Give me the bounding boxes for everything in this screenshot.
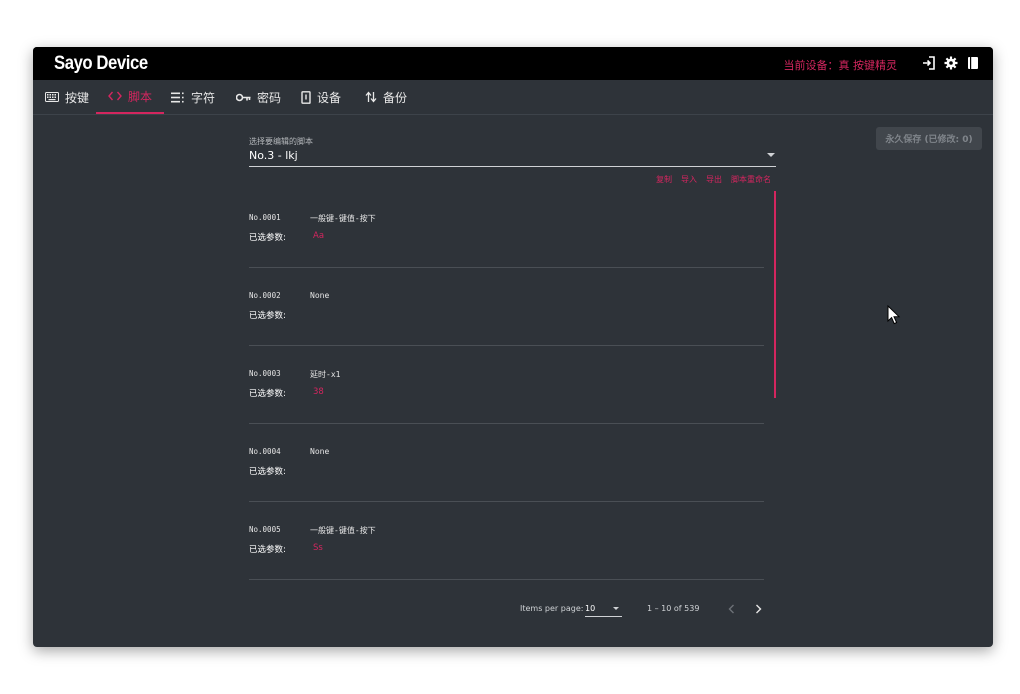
param-value: 38	[313, 387, 324, 397]
list-item[interactable]: No.0002 None 已选参数:	[249, 268, 764, 346]
tab-script[interactable]: 脚本	[96, 80, 165, 114]
step-name: None	[310, 447, 330, 456]
list-item[interactable]: No.0004 None 已选参数:	[249, 424, 764, 502]
step-name: 延时-x1	[310, 370, 341, 379]
swap-icon	[365, 91, 377, 103]
tab-chars[interactable]: 字符	[159, 80, 227, 114]
key-icon	[236, 93, 251, 102]
code-icon	[108, 91, 122, 101]
copy-button[interactable]: 复制	[656, 174, 672, 185]
book-icon[interactable]	[965, 55, 981, 71]
current-device-label: 当前设备：真 按键精灵	[783, 59, 898, 72]
tab-password[interactable]: 密码	[224, 80, 293, 114]
import-button[interactable]: 导入	[681, 174, 697, 185]
tab-script-label: 脚本	[128, 89, 153, 104]
gear-icon[interactable]	[943, 55, 959, 71]
step-name: None	[310, 291, 330, 300]
mouse-cursor-icon	[887, 304, 901, 329]
step-number: No.0004	[249, 447, 281, 456]
top-bar: Sayo Device 当前设备：真 按键精灵	[33, 47, 993, 80]
page-range-label: 1 – 10 of 539	[647, 604, 700, 613]
tab-backup-label: 备份	[383, 90, 408, 105]
tab-backup[interactable]: 备份	[353, 80, 419, 114]
page-size-underline	[585, 616, 622, 617]
list-scrollbar[interactable]	[774, 191, 776, 398]
step-number: No.0002	[249, 291, 281, 300]
script-select-underline	[249, 166, 776, 167]
app-title: Sayo Device	[54, 53, 148, 74]
step-name: 一般键-键值-按下	[310, 214, 376, 223]
script-select-label: 选择要编辑的脚本	[249, 137, 313, 146]
tab-device-label: 设备	[317, 90, 342, 105]
keyboard-icon	[45, 92, 59, 102]
step-number: No.0003	[249, 369, 281, 378]
param-label: 已选参数:	[249, 545, 286, 555]
tab-password-label: 密码	[257, 90, 282, 105]
list-item[interactable]: No.0005 一般键-键值-按下 已选参数: Ss	[249, 502, 764, 580]
param-label: 已选参数:	[249, 311, 286, 321]
tab-keys[interactable]: 按键	[33, 80, 101, 114]
script-step-list: No.0001 一般键-键值-按下 已选参数: Aa No.0002 None …	[249, 190, 764, 580]
script-actions: 复制 导入 导出 脚本重命名	[656, 174, 771, 185]
param-label: 已选参数:	[249, 467, 286, 477]
param-label: 已选参数:	[249, 389, 286, 399]
step-number: No.0005	[249, 525, 281, 534]
list-icon	[171, 92, 185, 103]
next-page-icon[interactable]	[752, 603, 764, 615]
login-icon[interactable]	[921, 55, 937, 71]
tab-keys-label: 按键	[65, 90, 90, 105]
top-icon-group	[921, 55, 981, 71]
permanent-save-button[interactable]: 永久保存 (已修改: 0)	[876, 127, 982, 150]
script-select[interactable]: No.3 - lkj	[249, 149, 298, 162]
rename-script-button[interactable]: 脚本重命名	[731, 174, 771, 185]
list-item[interactable]: No.0003 延时-x1 已选参数: 38	[249, 346, 764, 424]
step-number: No.0001	[249, 213, 281, 222]
param-value: Aa	[313, 231, 325, 241]
list-item[interactable]: No.0001 一般键-键值-按下 已选参数: Aa	[249, 190, 764, 268]
export-button[interactable]: 导出	[706, 174, 722, 185]
previous-page-icon[interactable]	[726, 603, 738, 615]
tab-device[interactable]: 设备	[289, 80, 353, 114]
items-per-page-label: Items per page:	[520, 604, 584, 613]
tab-chars-label: 字符	[191, 90, 216, 105]
device-icon	[301, 90, 311, 104]
param-value: Ss	[313, 543, 323, 553]
chevron-down-icon[interactable]	[613, 607, 619, 610]
main-tabs: 按键 脚本 字符 密码 设备 备份	[33, 80, 993, 115]
app-window: Sayo Device 当前设备：真 按键精灵 按键 脚本 字符 密码 设备 备…	[33, 47, 993, 647]
chevron-down-icon[interactable]	[767, 153, 775, 157]
param-label: 已选参数:	[249, 233, 286, 243]
step-name: 一般键-键值-按下	[310, 526, 376, 535]
